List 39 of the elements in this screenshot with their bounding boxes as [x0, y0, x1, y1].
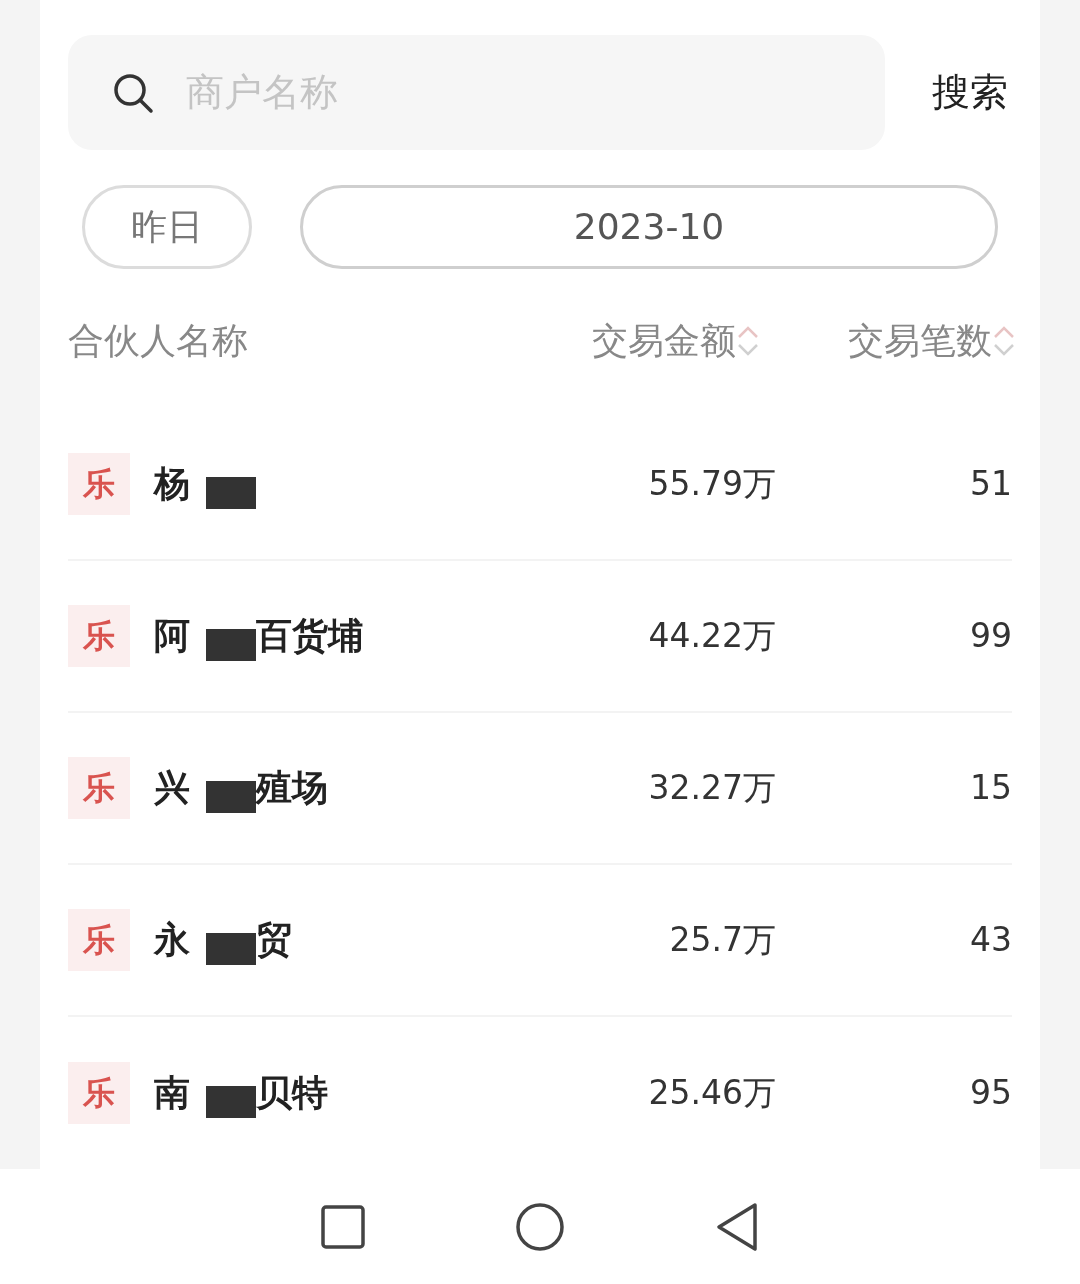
date-filter-chip[interactable]: 2023-10 [300, 185, 998, 269]
column-header[interactable]: 交易笔数 [848, 314, 992, 368]
merchant-badge: 乐 [68, 605, 130, 667]
redaction-block [206, 1086, 256, 1118]
partner-name: 杨 [154, 462, 190, 506]
redaction-block [206, 781, 256, 813]
home-nav-icon[interactable] [515, 1201, 565, 1252]
amount-cell-text: 55.79万 [647, 463, 776, 506]
amount-cell-text: 25.46万 [647, 1072, 776, 1115]
partner-name: 贸 [256, 918, 292, 962]
redaction-block [206, 629, 256, 661]
back-nav-icon[interactable] [715, 1201, 759, 1252]
count-cell-text: 43 [969, 919, 1012, 962]
search-icon [112, 71, 154, 114]
column-header: 合伙人名称 [68, 319, 248, 363]
count-cell-text: 99 [969, 615, 1012, 658]
partner-name: 百货埔 [256, 614, 364, 658]
partner-name: 殖场 [256, 766, 328, 810]
merchant-badge: 乐 [68, 453, 130, 515]
partner-name: 永 [154, 918, 190, 962]
count-cell-text: 51 [969, 463, 1012, 506]
merchant-badge: 乐 [68, 1062, 130, 1124]
count-cell-text: 15 [969, 767, 1012, 810]
partner-name: 兴 [154, 766, 190, 810]
amount-cell-text: 32.27万 [647, 767, 776, 810]
square-nav-icon[interactable] [321, 1204, 365, 1249]
search-button[interactable]: 搜索 [932, 64, 1008, 121]
merchant-badge: 乐 [68, 757, 130, 819]
partner-name: 阿 [154, 614, 190, 658]
amount-cell-text: 44.22万 [647, 615, 776, 658]
partner-name: 南 [154, 1071, 190, 1115]
column-header[interactable]: 交易金额 [592, 314, 736, 368]
merchant-badge: 乐 [68, 909, 130, 971]
amount-cell-text: 25.7万 [668, 919, 776, 962]
date-filter-chip[interactable]: 昨日 [82, 185, 252, 269]
count-cell-text: 95 [969, 1072, 1012, 1115]
redaction-block [206, 933, 256, 965]
partner-name: 贝特 [256, 1071, 328, 1115]
redaction-block [206, 477, 256, 509]
